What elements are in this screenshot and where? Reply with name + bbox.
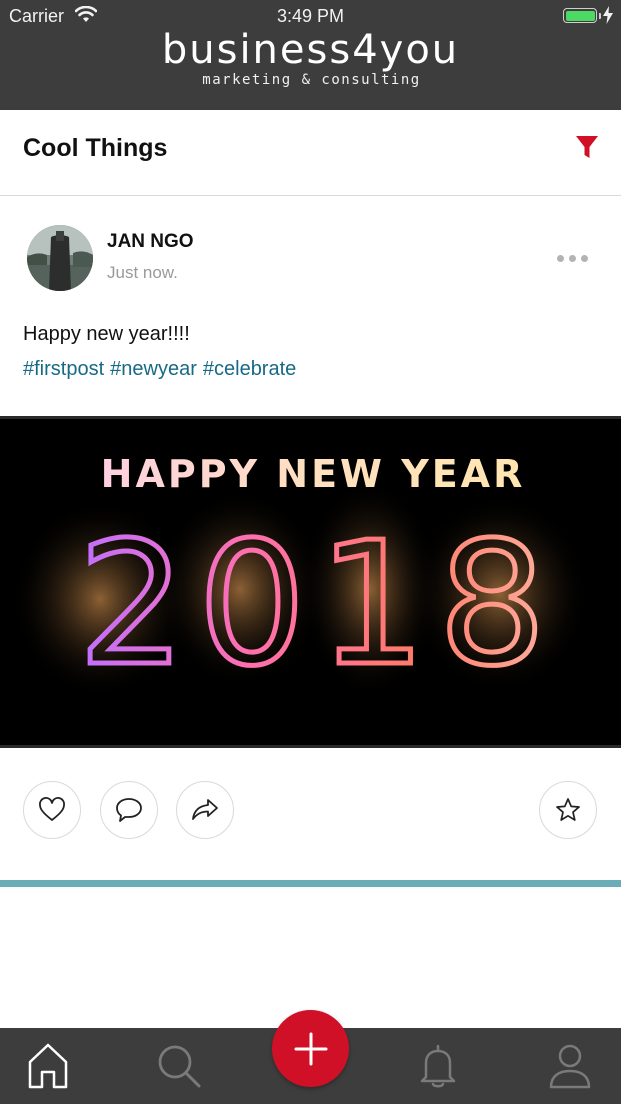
create-post-button[interactable]: [272, 1010, 349, 1087]
search-icon: [158, 1045, 201, 1088]
hashtag-link[interactable]: #firstpost: [23, 358, 104, 380]
post-timestamp: Just now.: [107, 263, 178, 282]
charging-bolt-icon: [603, 6, 613, 24]
heart-icon: [39, 797, 65, 821]
status-time: 3:49 PM: [276, 6, 345, 26]
star-icon: [556, 798, 580, 821]
bell-icon: [420, 1044, 456, 1088]
like-button[interactable]: [23, 781, 81, 839]
post-text: Happy new year!!!!: [23, 323, 190, 345]
tab-notifications[interactable]: [398, 1028, 478, 1104]
brand-logo: business4you marketing & consulting: [0, 28, 621, 88]
comment-icon: [116, 798, 142, 822]
tab-profile[interactable]: [530, 1028, 610, 1104]
share-button[interactable]: [176, 781, 234, 839]
page-title: Cool Things: [23, 134, 168, 162]
post-divider: [0, 880, 621, 887]
tab-home[interactable]: [8, 1028, 88, 1104]
plus-icon: [294, 1032, 327, 1065]
image-year: 2018: [78, 506, 559, 704]
home-icon: [28, 1043, 68, 1089]
app-header: Carrier 3:49 PM business4you marketing &…: [0, 0, 621, 110]
favorite-button[interactable]: [539, 781, 597, 839]
hashtag-link[interactable]: #celebrate: [203, 358, 296, 380]
filter-icon[interactable]: [575, 135, 599, 161]
brand-name: business4you: [161, 27, 460, 73]
hashtag-list: #firstpost #newyear #celebrate: [23, 358, 302, 381]
author-name[interactable]: JAN NGO: [107, 231, 194, 253]
hashtag-link[interactable]: #newyear: [110, 358, 197, 380]
tab-search[interactable]: [139, 1028, 219, 1104]
image-headline: HAPPY NEW YEAR: [101, 452, 526, 496]
post-image[interactable]: HAPPY NEW YEAR 2018: [0, 416, 621, 748]
more-options-icon[interactable]: [557, 253, 589, 265]
user-icon: [549, 1044, 591, 1089]
share-icon: [192, 799, 218, 820]
battery-icon: [563, 8, 601, 23]
section-header: Cool Things: [0, 110, 621, 196]
avatar[interactable]: [27, 225, 93, 291]
comment-button[interactable]: [100, 781, 158, 839]
brand-tagline: marketing & consulting: [202, 72, 421, 88]
